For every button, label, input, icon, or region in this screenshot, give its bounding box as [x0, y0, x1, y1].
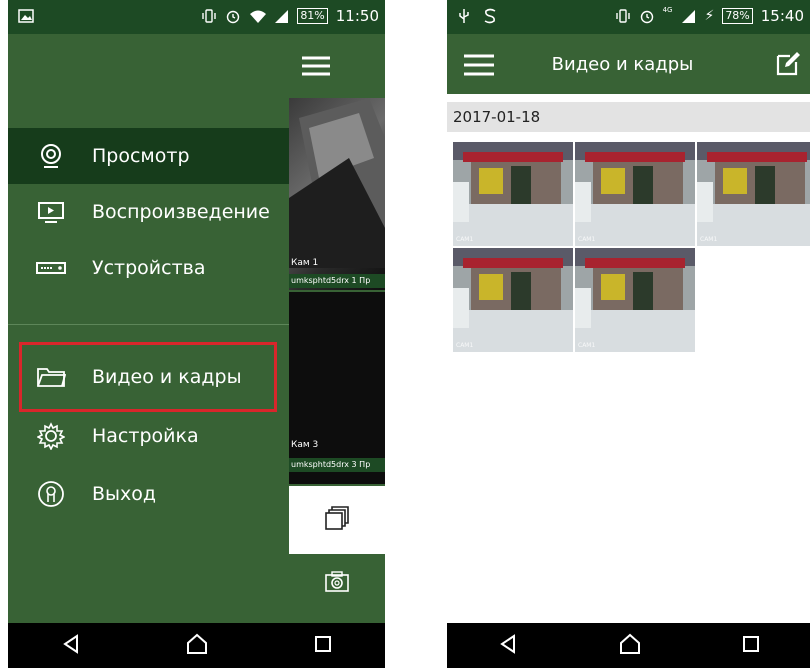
- system-nav-bar: [447, 623, 810, 668]
- right-phone-screen: 4G ⚡ 78% 15:40 Видео и кадры 2017-01-18 …: [447, 0, 810, 668]
- background-screen: Кам 1 umksphtd5drx 1 Пр Кам 3 umksphtd5d…: [289, 34, 385, 623]
- signal-icon: [273, 8, 289, 24]
- system-nav-bar: [8, 623, 385, 668]
- drawer-item-label: Настройка: [92, 425, 199, 447]
- playback-icon: [36, 197, 66, 227]
- wifi-icon: [249, 8, 267, 24]
- page-title: Видео и кадры: [551, 54, 694, 75]
- back-icon[interactable]: [497, 633, 519, 659]
- app-bar: Видео и кадры: [447, 34, 810, 94]
- drawer-divider: [8, 324, 289, 325]
- snapshot-stamp: CAM1: [700, 236, 718, 243]
- media-list: 2017-01-18 CAM1 CAM1 CAM1 CAM1 CAM1: [447, 94, 810, 623]
- gallery-notification-icon: [18, 8, 34, 24]
- snapshot-stamp: CAM1: [456, 342, 474, 349]
- recents-icon[interactable]: [313, 634, 333, 658]
- drawer-item-logout[interactable]: Выход: [8, 466, 289, 522]
- drawer-item-view[interactable]: Просмотр: [8, 128, 289, 184]
- alarm-icon: [639, 8, 655, 24]
- snapshot-thumbnail[interactable]: CAM1: [575, 142, 695, 246]
- home-icon[interactable]: [618, 633, 642, 659]
- battery-indicator: 81%: [297, 8, 328, 24]
- camera-sublabel: umksphtd5drx 1 Пр: [289, 274, 385, 288]
- user-exit-icon: [36, 479, 66, 509]
- alarm-icon: [225, 8, 241, 24]
- battery-indicator: 78%: [722, 8, 753, 24]
- charging-icon: ⚡: [704, 8, 715, 24]
- recents-icon[interactable]: [741, 634, 761, 658]
- clock: 15:40: [760, 7, 804, 25]
- drawer-item-label: Выход: [92, 483, 157, 505]
- home-icon[interactable]: [185, 633, 209, 659]
- edit-icon[interactable]: [776, 50, 802, 76]
- status-bar: 81% 11:50: [8, 0, 385, 34]
- drawer-item-label: Просмотр: [92, 145, 190, 167]
- drawer-item-label: Воспроизведение: [92, 201, 270, 223]
- drawer-item-playback[interactable]: Воспроизведение: [8, 184, 289, 240]
- multi-view-button[interactable]: [289, 486, 385, 554]
- drawer-item-label: Устройства: [92, 257, 206, 279]
- camera-label: Кам 1: [291, 258, 319, 268]
- vibrate-icon: [201, 8, 217, 24]
- snapshot-thumbnail[interactable]: CAM1: [697, 142, 810, 246]
- snapshot-thumbnail[interactable]: CAM1: [453, 142, 573, 246]
- webcam-icon: [36, 141, 66, 171]
- navigation-drawer: Просмотр Воспроизведение Устройства Виде…: [8, 34, 289, 623]
- snapshot-thumbnail[interactable]: CAM1: [453, 248, 573, 352]
- drawer-item-settings[interactable]: Настройка: [8, 408, 289, 464]
- camera-icon: [324, 571, 350, 597]
- date-group-header: 2017-01-18: [447, 102, 810, 132]
- signal-icon: [680, 8, 696, 24]
- usb-icon: [457, 8, 473, 24]
- snapshot-stamp: CAM1: [456, 236, 474, 243]
- camera-label: Кам 3: [291, 440, 319, 450]
- camera-thumbnail[interactable]: Кам 3 umksphtd5drx 3 Пр: [289, 292, 385, 484]
- vibrate-icon: [615, 8, 631, 24]
- back-icon[interactable]: [60, 633, 82, 659]
- highlight-annotation: [19, 342, 277, 412]
- left-phone-screen: 81% 11:50 Просмотр Воспроизведение Устро…: [8, 0, 385, 668]
- network-type: 4G: [662, 6, 673, 14]
- status-bar: 4G ⚡ 78% 15:40: [447, 0, 810, 34]
- camera-thumbnail[interactable]: Кам 1 umksphtd5drx 1 Пр: [289, 98, 385, 290]
- snapshot-button[interactable]: [289, 564, 385, 604]
- device-icon: [36, 253, 66, 283]
- snapshot-stamp: CAM1: [578, 342, 596, 349]
- snapshot-stamp: CAM1: [578, 236, 596, 243]
- drawer-item-devices[interactable]: Устройства: [8, 240, 289, 296]
- snapshot-thumbnail[interactable]: CAM1: [575, 248, 695, 352]
- hamburger-menu-icon[interactable]: [301, 56, 331, 76]
- clock: 11:50: [335, 7, 379, 25]
- app-notification-icon: [483, 8, 499, 24]
- layers-icon: [322, 503, 352, 537]
- camera-sublabel: umksphtd5drx 3 Пр: [289, 458, 385, 472]
- gear-icon: [36, 421, 66, 451]
